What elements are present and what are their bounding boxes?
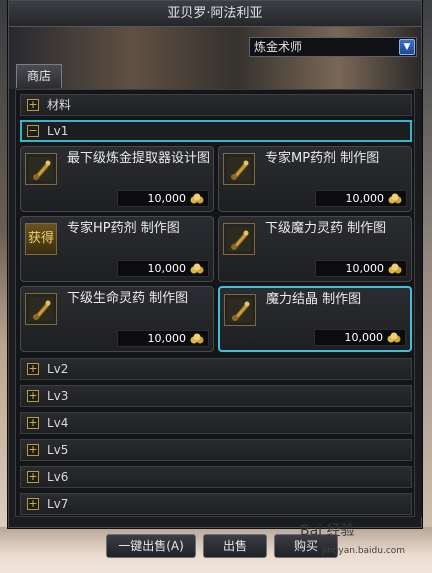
gold-coin-icon xyxy=(189,263,205,278)
category-row-lv7[interactable]: + Lv7 xyxy=(20,493,412,515)
scroll-icon xyxy=(25,153,57,185)
sell-all-button[interactable]: 一键出售(A) xyxy=(106,534,196,558)
watermark-url: jingyan.baidu.com xyxy=(322,546,406,556)
price-value: 10,000 xyxy=(147,192,187,205)
title-bar[interactable]: 亚贝罗·阿法利亚 xyxy=(9,1,421,27)
item-price: 10,000 xyxy=(315,260,407,277)
shop-item-card[interactable]: 获得 专家HP药剂 制作图 10,000 xyxy=(20,216,214,282)
watermark-brand: Bai 经验 xyxy=(300,523,355,539)
price-value: 10,000 xyxy=(345,192,385,205)
shop-item-card[interactable]: 下级生命灵药 制作图 10,000 xyxy=(20,286,214,352)
class-dropdown[interactable]: 炼金术师 ▼ xyxy=(249,37,417,57)
category-row-lv5[interactable]: + Lv5 xyxy=(20,439,412,461)
scroll-icon xyxy=(223,153,255,185)
category-row-lv3[interactable]: + Lv3 xyxy=(20,385,412,407)
scroll-icon xyxy=(223,223,255,255)
item-price: 10,000 xyxy=(117,190,209,207)
class-dropdown-value: 炼金术师 xyxy=(254,40,303,54)
category-row-lv2[interactable]: + Lv2 xyxy=(20,358,412,380)
gold-coin-icon xyxy=(189,333,205,348)
item-name: 魔力结晶 制作图 xyxy=(266,292,362,307)
category-row-materials[interactable]: + 材料 xyxy=(20,94,412,116)
item-name: 专家HP药剂 制作图 xyxy=(67,221,180,236)
item-price: 10,000 xyxy=(117,260,209,277)
category-row-lv6[interactable]: + Lv6 xyxy=(20,466,412,488)
item-price: 10,000 xyxy=(315,190,407,207)
chevron-down-icon[interactable]: ▼ xyxy=(399,39,415,55)
expand-icon[interactable]: + xyxy=(27,498,39,510)
gold-coin-icon xyxy=(189,193,205,208)
obtained-icon: 获得 xyxy=(25,223,57,255)
shop-item-card-selected[interactable]: 魔力结晶 制作图 10,000 xyxy=(218,286,412,352)
item-name: 最下级炼金提取器设计图 xyxy=(67,151,211,166)
price-value: 10,000 xyxy=(344,331,384,344)
gold-coin-icon xyxy=(387,263,403,278)
category-label: Lv2 xyxy=(47,362,69,376)
expand-icon[interactable]: + xyxy=(27,444,39,456)
collapse-icon[interactable]: − xyxy=(27,125,39,137)
item-name: 专家MP药剂 制作图 xyxy=(265,151,380,166)
expand-icon[interactable]: + xyxy=(27,417,39,429)
expand-icon[interactable]: + xyxy=(27,390,39,402)
tab-shop[interactable]: 商店 xyxy=(16,64,62,88)
category-label: Lv6 xyxy=(47,470,69,484)
list-scrollbar[interactable] xyxy=(415,89,422,517)
price-value: 10,000 xyxy=(345,262,385,275)
sell-button[interactable]: 出售 xyxy=(203,534,267,558)
category-label: Lv1 xyxy=(47,124,69,138)
category-label: Lv4 xyxy=(47,416,69,430)
scroll-icon xyxy=(25,293,57,325)
scroll-icon xyxy=(224,294,256,326)
shop-item-card[interactable]: 下级魔力灵药 制作图 10,000 xyxy=(218,216,412,282)
expand-icon[interactable]: + xyxy=(27,99,39,111)
category-row-lv1[interactable]: − Lv1 xyxy=(20,120,412,142)
item-list: + 材料 − Lv1 最下级炼金提取器设计图 10,000 专家MP药剂 制作图 xyxy=(15,89,415,517)
item-name: 下级魔力灵药 制作图 xyxy=(265,221,387,236)
item-name: 下级生命灵药 制作图 xyxy=(67,291,189,306)
gold-coin-icon xyxy=(386,332,402,347)
gold-coin-icon xyxy=(387,193,403,208)
category-label: Lv5 xyxy=(47,443,69,457)
expand-icon[interactable]: + xyxy=(27,363,39,375)
category-row-lv4[interactable]: + Lv4 xyxy=(20,412,412,434)
watermark: Bai 经验 jingyan.baidu.com xyxy=(300,516,430,568)
item-price: 10,000 xyxy=(314,329,406,346)
category-label: 材料 xyxy=(47,98,72,112)
price-value: 10,000 xyxy=(147,262,187,275)
price-value: 10,000 xyxy=(147,332,187,345)
category-label: Lv3 xyxy=(47,389,69,403)
category-label: Lv7 xyxy=(47,497,69,511)
window-title: 亚贝罗·阿法利亚 xyxy=(167,6,263,21)
item-price: 10,000 xyxy=(117,330,209,347)
expand-icon[interactable]: + xyxy=(27,471,39,483)
shop-window: 亚贝罗·阿法利亚 炼金术师 ▼ 商店 + 材料 − Lv1 最下级炼金提取器设计… xyxy=(8,0,422,528)
shop-item-card[interactable]: 最下级炼金提取器设计图 10,000 xyxy=(20,146,214,212)
shop-item-card[interactable]: 专家MP药剂 制作图 10,000 xyxy=(218,146,412,212)
